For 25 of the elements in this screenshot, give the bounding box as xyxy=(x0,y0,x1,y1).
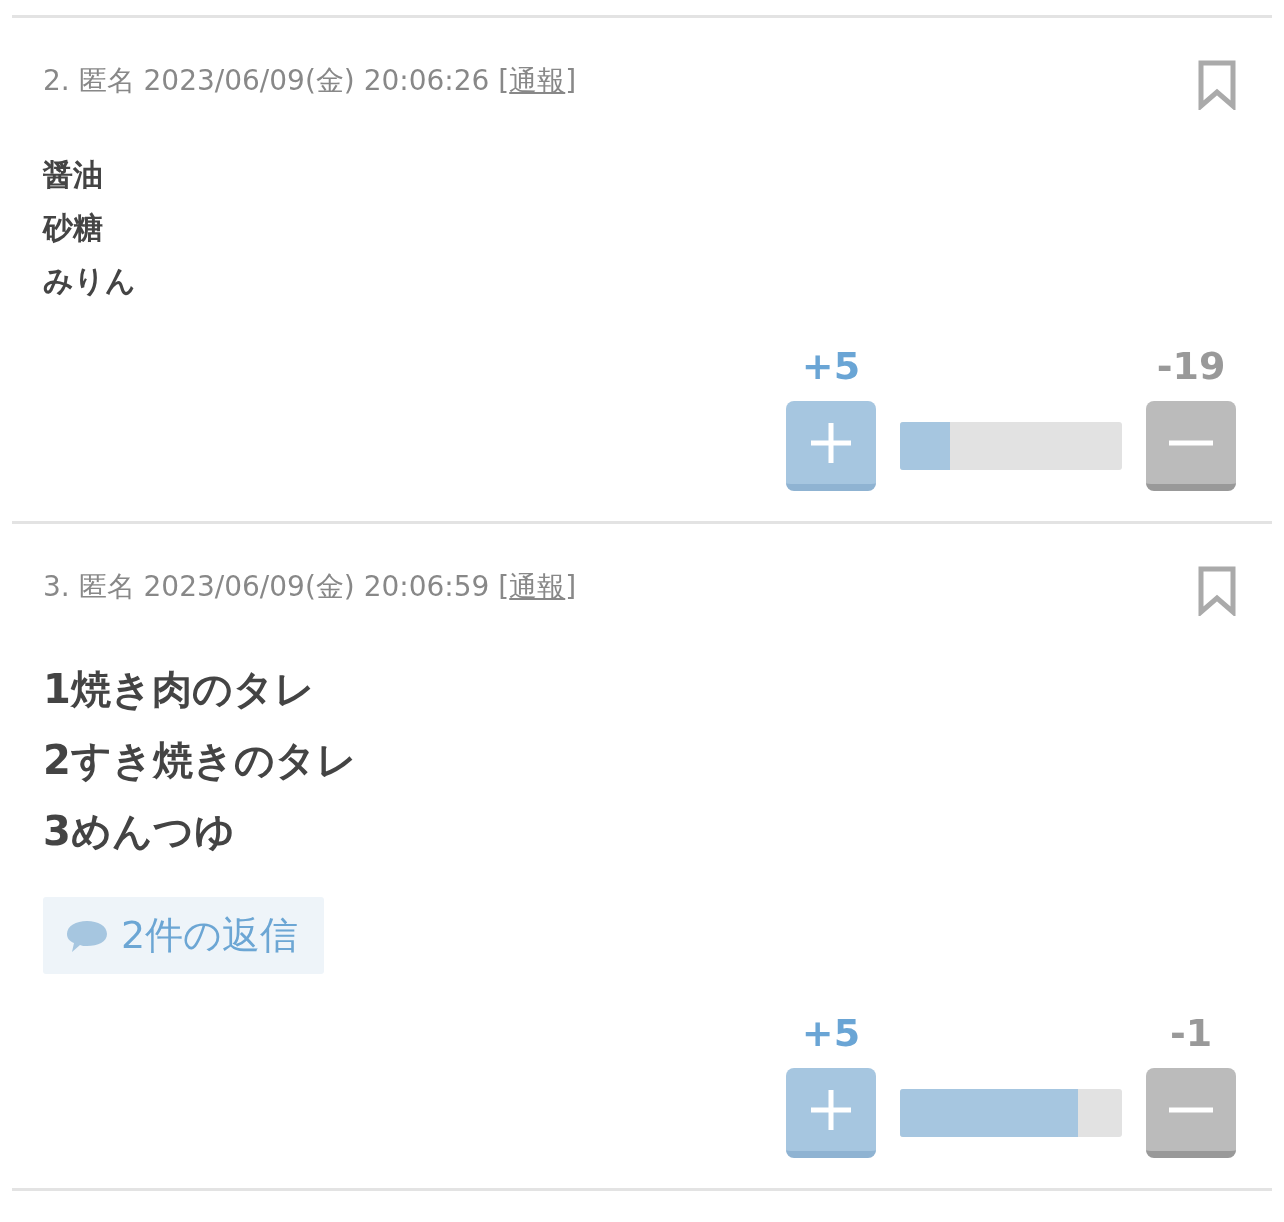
bookmark-icon[interactable] xyxy=(1198,60,1236,110)
minus-icon xyxy=(1169,1106,1213,1113)
comment-meta: 3. 匿名 2023/06/09(金) 20:06:59 [通報] xyxy=(43,569,577,605)
comment-line: みりん xyxy=(43,262,137,300)
minus-count: -19 xyxy=(1155,347,1227,385)
plus-icon xyxy=(809,1087,853,1132)
minus-button[interactable] xyxy=(1146,401,1236,491)
comment-line: 2すき焼きのタレ xyxy=(43,736,358,785)
comment-line: 1焼き肉のタレ xyxy=(43,665,316,714)
comment-line: 3めんつゆ xyxy=(43,807,236,856)
minus-count: -1 xyxy=(1168,1014,1214,1052)
minus-button[interactable] xyxy=(1146,1068,1236,1158)
plus-count: +5 xyxy=(800,1014,862,1052)
plus-button[interactable] xyxy=(786,401,876,491)
bookmark-icon[interactable] xyxy=(1198,566,1236,616)
report-link[interactable]: 通報 xyxy=(509,64,566,97)
plus-count: +5 xyxy=(800,347,862,385)
plus-button[interactable] xyxy=(786,1068,876,1158)
minus-icon xyxy=(1169,439,1213,446)
report-link[interactable]: 通報 xyxy=(509,570,566,603)
replies-button[interactable]: 2件の返信 xyxy=(43,897,325,974)
comment-meta: 2. 匿名 2023/06/09(金) 20:06:26 [通報] xyxy=(43,63,577,99)
plus-icon xyxy=(809,420,853,465)
comment-line: 砂糖 xyxy=(43,209,104,247)
comment-line: 醤油 xyxy=(43,156,104,194)
